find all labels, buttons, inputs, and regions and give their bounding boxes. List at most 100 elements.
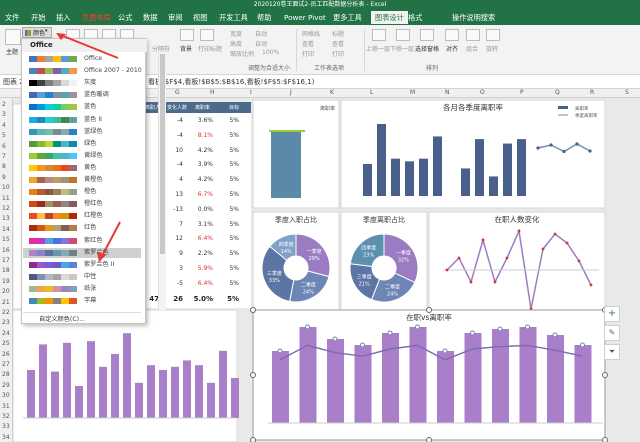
color-scheme-item[interactable]: 紫红色 [23,236,141,246]
align-icon[interactable] [445,29,459,41]
color-scheme-item[interactable]: Office [23,54,141,64]
menu-tab[interactable]: 开始 [31,11,45,24]
send-backward-icon[interactable] [396,29,410,41]
row-header[interactable]: 9 [2,174,6,181]
background-icon[interactable] [180,29,194,41]
color-scheme-item[interactable]: 蓝色 II [23,115,141,125]
table-cell-change[interactable]: 9 [163,250,183,257]
column-header[interactable]: O [480,89,485,96]
menu-tab[interactable]: 页面布局 [82,11,111,24]
menu-tab[interactable]: Power Pivot [284,11,326,24]
table-cell-rate[interactable]: 3.9% [191,161,213,168]
color-scheme-item[interactable]: 紫罗兰色 [23,247,141,258]
colors-button[interactable]: 颜色 ▾ [22,27,52,38]
column-header[interactable]: N [445,89,450,96]
menu-tab[interactable]: 图表设计 [371,11,408,24]
menu-tab[interactable]: 视图 [193,11,207,24]
row-header[interactable]: 25 [2,340,10,347]
table-cell-target[interactable]: 5% [221,191,239,198]
row-header[interactable]: 14 [2,226,10,233]
row-header[interactable]: 5 [2,132,6,139]
table-cell-rate[interactable]: 4.2% [191,176,213,183]
table-cell-rate[interactable]: 6.4% [191,280,213,287]
table-cell-target[interactable]: 5% [221,161,239,168]
row-header[interactable]: 10 [2,184,10,191]
column-header[interactable]: I [250,89,252,96]
column-header[interactable]: K [330,89,334,96]
color-scheme-item[interactable]: 红色 [23,223,141,233]
print-titles-icon[interactable] [200,29,214,41]
row-header[interactable]: 21 [2,299,10,306]
row-header[interactable]: 15 [2,236,10,243]
table-cell-change[interactable]: -4 [163,132,183,139]
row-header[interactable]: 7 [2,153,6,160]
chart-styles-button[interactable]: ✎ [604,325,620,341]
color-scheme-item[interactable]: 蓝色 [23,102,141,112]
table-cell-target[interactable]: 5% [221,221,239,228]
menu-tab[interactable]: 文件 [5,11,19,24]
row-header[interactable]: 12 [2,205,10,212]
row-header[interactable]: 28 [2,371,10,378]
column-header[interactable]: R [590,89,594,96]
selection-pane-icon[interactable] [420,29,434,41]
color-scheme-item[interactable]: 黄色 [23,163,141,173]
row-header[interactable]: 27 [2,361,10,368]
table-cell-rate[interactable]: 6.7% [191,191,213,198]
row-header[interactable]: 11 [2,195,10,202]
menu-tab[interactable]: 开发工具 [219,11,248,24]
color-scheme-item[interactable]: 橙红色 [23,199,141,209]
row-header[interactable]: 24 [2,330,10,337]
row-header[interactable]: 29 [2,382,10,389]
table-cell-change[interactable]: 4 [163,176,183,183]
table-cell-rate[interactable]: 3.6% [191,117,213,124]
menu-tab[interactable]: 操作说明搜索 [452,11,495,24]
color-scheme-item[interactable]: 红橙色 [23,211,141,221]
row-header[interactable]: 18 [2,267,10,274]
table-cell-change[interactable]: -4 [163,117,183,124]
menu-tab[interactable]: 数据 [143,11,157,24]
color-scheme-item[interactable]: 绿色 [23,139,141,149]
table-cell-change[interactable]: 10 [163,147,183,154]
table-cell-change[interactable]: 7 [163,221,183,228]
color-scheme-item[interactable]: 灰度 [23,78,141,88]
table-cell-target[interactable]: 5% [221,280,239,287]
menu-tab[interactable]: 帮助 [257,11,271,24]
chart-elements-button[interactable]: + [604,306,620,322]
table-cell-target[interactable]: 5% [221,117,239,124]
color-scheme-item[interactable]: 黄橙色 [23,175,141,185]
row-header[interactable]: 23 [2,319,10,326]
color-scheme-item[interactable]: 中性 [23,272,141,282]
bring-forward-icon[interactable] [372,29,386,41]
column-header[interactable]: S [625,89,629,96]
row-header[interactable]: 13 [2,215,10,222]
row-header[interactable]: 17 [2,257,10,264]
color-scheme-item[interactable]: 蓝绿色 [23,127,141,137]
table-cell-target[interactable]: 5% [221,265,239,272]
row-header[interactable]: 33 [2,423,10,430]
headings-view-checkbox[interactable]: 查看 [332,39,344,48]
table-cell-change[interactable]: -13 [163,206,183,213]
table-cell-rate[interactable]: 8.1% [191,132,213,139]
column-header[interactable]: J [290,89,292,96]
row-header[interactable]: 32 [2,413,10,420]
row-header[interactable]: 22 [2,309,10,316]
color-scheme-item[interactable]: 字幕 [23,296,141,306]
table-cell-rate[interactable]: 2.2% [191,250,213,257]
color-scheme-item[interactable]: 蓝色暖调 [23,90,141,100]
color-scheme-item[interactable]: 橙色 [23,187,141,197]
table-cell-target[interactable]: 5% [221,206,239,213]
table-cell-target[interactable]: 5% [221,250,239,257]
height-value[interactable]: 自动 [255,39,267,48]
chart-filter-button[interactable]: ⏷ [604,344,620,360]
gridlines-print-checkbox[interactable]: 打印 [302,49,314,58]
table-cell-target[interactable]: 5% [221,235,239,242]
column-header[interactable]: P [520,89,524,96]
scale-value[interactable]: 100% [262,49,279,56]
row-header[interactable]: 8 [2,163,6,170]
table-cell-target[interactable]: 5% [221,147,239,154]
dropdown-scrollbar[interactable] [158,52,166,310]
menu-tab[interactable]: 公式 [118,11,132,24]
row-header[interactable]: 19 [2,278,10,285]
color-scheme-item[interactable]: 紫罗兰色 II [23,260,141,270]
table-cell-change[interactable]: 3 [163,265,183,272]
